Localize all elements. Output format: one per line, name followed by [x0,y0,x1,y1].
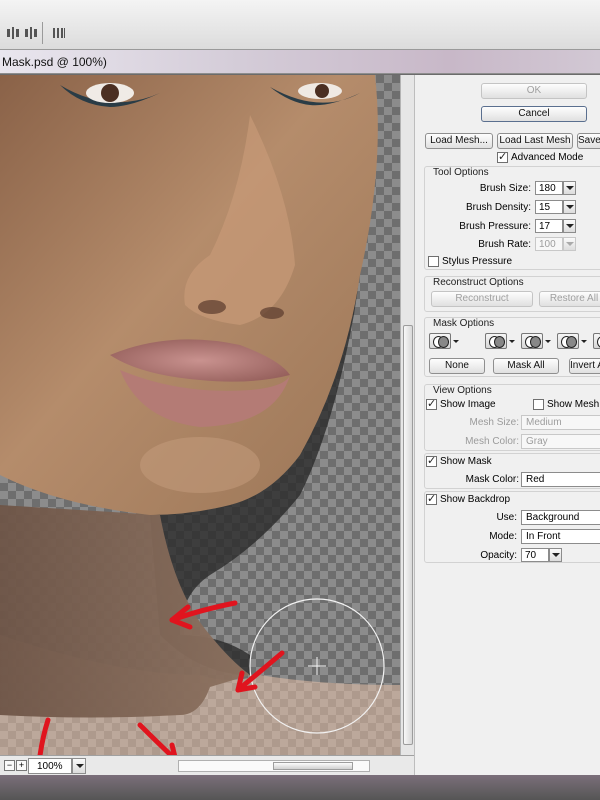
mask-replace-arrow-icon[interactable] [453,340,459,346]
mask-color-select[interactable]: Red [521,472,600,487]
backdrop-opacity-label: Opacity: [480,550,517,561]
canvas-vertical-scrollbar[interactable] [400,75,414,755]
ok-button[interactable]: OK [481,83,587,99]
zoom-in-icon[interactable]: + [16,760,27,771]
show-mesh-checkbox[interactable] [533,399,544,410]
zoom-out-icon[interactable]: − [4,760,15,771]
backdrop-mode-label: Mode: [489,531,517,542]
brush-pressure-field[interactable]: 17 [535,219,563,233]
advanced-mode-label: Advanced Mode [511,152,584,163]
cancel-button[interactable]: Cancel [481,106,587,122]
show-backdrop-checkbox[interactable] [426,492,437,505]
brush-size-dropdown[interactable] [563,181,576,195]
mask-add-arrow-icon[interactable] [509,340,515,346]
brush-rate-label: Brush Rate: [478,239,531,250]
show-mesh-label: Show Mesh [547,399,600,410]
reconstruct-button[interactable]: Reconstruct [431,291,533,307]
advanced-mode-checkbox[interactable] [497,150,508,163]
view-options-title: View Options [433,385,492,396]
align-left-icon[interactable] [6,26,20,40]
invert-all-button[interactable]: Invert All [569,358,600,374]
load-mesh-button[interactable]: Load Mesh... [425,133,493,149]
reconstruct-options-title: Reconstruct Options [433,277,524,288]
distribute-icon[interactable] [52,26,66,40]
status-bar: − + 100% [0,755,414,775]
brush-size-field[interactable]: 180 [535,181,563,195]
mask-none-button[interactable]: None [429,358,485,374]
backdrop-opacity-field[interactable]: 70 [521,548,549,562]
stylus-pressure-checkbox[interactable] [428,256,439,267]
mask-intersect-arrow-icon[interactable] [581,340,587,346]
backdrop-mode-select[interactable]: In Front [521,529,600,544]
mesh-size-select[interactable]: Medium [521,415,600,430]
brush-pressure-dropdown[interactable] [563,219,576,233]
tool-options-title: Tool Options [433,167,489,178]
options-toolbar [0,0,600,50]
window-bottom-edge [0,775,600,800]
show-mask-label: Show Mask [440,456,492,467]
mesh-color-select[interactable]: Gray [521,434,600,449]
mask-replace-icon[interactable] [429,333,451,349]
portrait-image [0,75,400,755]
document-title: Mask.psd @ 100%) [2,55,107,69]
mesh-size-label: Mesh Size: [469,417,519,428]
save-mesh-button[interactable]: Save Mesh... [577,133,600,149]
mesh-color-label: Mesh Color: [465,436,519,447]
stylus-pressure-label: Stylus Pressure [442,256,513,267]
mask-invert-icon[interactable] [593,333,600,349]
backdrop-opacity-dropdown[interactable] [549,548,562,562]
mask-intersect-icon[interactable] [557,333,579,349]
mask-add-icon[interactable] [485,333,507,349]
restore-all-button[interactable]: Restore All [539,291,600,307]
liquify-options-panel: OK Cancel Load Mesh... Load Last Mesh Sa… [414,75,600,775]
mask-color-label: Mask Color: [465,474,519,485]
show-mask-checkbox[interactable] [426,454,437,467]
mask-options-title: Mask Options [433,318,495,329]
canvas-horizontal-scrollbar[interactable] [178,760,370,772]
brush-size-label: Brush Size: [479,183,531,194]
vertical-scroll-thumb[interactable] [403,325,413,745]
mask-subtract-icon[interactable] [521,333,543,349]
brush-pressure-label: Brush Pressure: [459,221,531,232]
mask-all-button[interactable]: Mask All [493,358,559,374]
load-last-mesh-button[interactable]: Load Last Mesh [497,133,573,149]
brush-rate-field[interactable]: 100 [535,237,563,251]
brush-density-dropdown[interactable] [563,200,576,214]
image-canvas[interactable] [0,75,400,755]
brush-density-field[interactable]: 15 [535,200,563,214]
brush-rate-dropdown[interactable] [563,237,576,251]
show-image-label: Show Image [440,399,496,410]
backdrop-use-label: Use: [496,512,517,523]
toolbar-divider [42,22,43,44]
align-center-icon[interactable] [24,26,38,40]
show-backdrop-label: Show Backdrop [440,494,511,505]
backdrop-use-select[interactable]: Background [521,510,600,525]
document-title-bar[interactable]: Mask.psd @ 100%) [0,50,600,74]
horizontal-scroll-thumb[interactable] [273,762,353,770]
zoom-level-field[interactable]: 100% [28,758,72,774]
mask-subtract-arrow-icon[interactable] [545,340,551,346]
brush-density-label: Brush Density: [465,202,531,213]
show-image-checkbox[interactable] [426,397,437,410]
zoom-dropdown[interactable] [72,758,86,774]
